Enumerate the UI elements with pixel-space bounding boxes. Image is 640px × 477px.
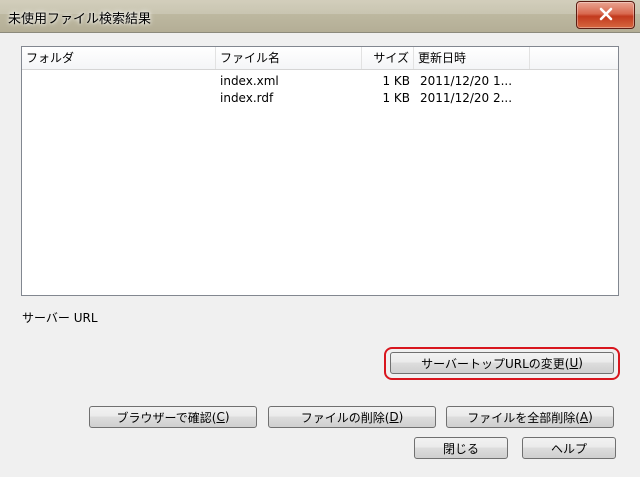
cell-modified: 2011/12/20 2... — [420, 91, 513, 105]
change-url-accesskey: U — [569, 356, 579, 370]
column-header-size[interactable]: サイズ — [362, 47, 414, 69]
table-row[interactable]: index.rdf 1 KB 2011/12/20 2... — [22, 90, 618, 106]
delete-file-accesskey: D — [389, 410, 399, 424]
window-title: 未使用ファイル検索結果 — [8, 12, 152, 27]
dialog-window: 未使用ファイル検索結果 フォルダ ファイル名 サイズ 更新日時 index.xm… — [0, 0, 640, 477]
table-row[interactable]: index.xml 1 KB 2011/12/20 1... — [22, 73, 618, 89]
delete-file-label: ファイルの削除( — [300, 410, 390, 425]
title-bar: 未使用ファイル検索結果 — [0, 0, 640, 33]
close-icon — [599, 7, 613, 24]
delete-all-accesskey: A — [579, 410, 589, 424]
delete-all-label: ファイルを全部削除( — [467, 410, 580, 425]
delete-file-button[interactable]: ファイルの削除(D) — [268, 406, 436, 428]
help-button[interactable]: ヘルプ — [522, 437, 616, 459]
change-server-url-button[interactable]: サーバートップURLの変更(U) — [390, 352, 614, 374]
cell-size: 1 KB — [382, 91, 410, 105]
browser-confirm-label: ブラウザーで確認( — [116, 410, 217, 425]
change-url-label-end: ) — [578, 356, 583, 370]
browser-confirm-label-end: ) — [224, 410, 230, 424]
column-header-modified[interactable]: 更新日時 — [414, 47, 530, 69]
column-header-filename[interactable]: ファイル名 — [216, 47, 362, 69]
browser-confirm-accesskey: C — [216, 410, 225, 424]
delete-all-label-end: ) — [588, 410, 593, 424]
delete-all-files-button[interactable]: ファイルを全部削除(A) — [446, 406, 614, 428]
cell-filename: index.xml — [220, 74, 279, 88]
cell-modified: 2011/12/20 1... — [420, 74, 513, 88]
file-list[interactable]: フォルダ ファイル名 サイズ 更新日時 index.xml 1 KB 2011/… — [21, 46, 619, 296]
column-header-folder[interactable]: フォルダ — [22, 47, 216, 69]
cell-size: 1 KB — [382, 74, 410, 88]
delete-file-label-end: ) — [398, 410, 404, 424]
server-url-label: サーバー URL — [22, 311, 98, 325]
change-url-label: サーバートップURLの変更( — [421, 356, 570, 371]
close-button[interactable]: 閉じる — [414, 437, 508, 459]
confirm-in-browser-button[interactable]: ブラウザーで確認(C) — [89, 406, 257, 428]
close-window-button[interactable] — [576, 1, 635, 29]
list-header: フォルダ ファイル名 サイズ 更新日時 — [22, 47, 618, 70]
cell-filename: index.rdf — [220, 91, 274, 105]
